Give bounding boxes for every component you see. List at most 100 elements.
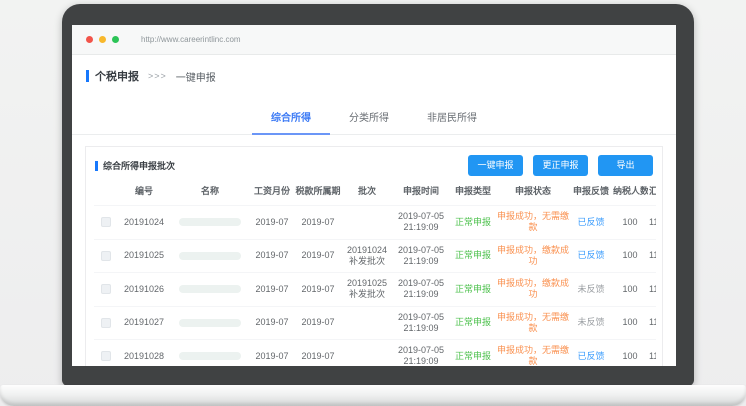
cell-taxpayer-count: 100 — [612, 273, 648, 307]
cell-declare-status: 申报成功，无需缴款 — [496, 206, 570, 240]
cell-declare-feedback: 未反馈 — [570, 306, 612, 340]
cell-batch-id: 20191026 — [118, 273, 170, 307]
cell-salary-month: 2019-07 — [250, 206, 294, 240]
tab-label: 综合所得 — [271, 113, 311, 124]
row-checkbox[interactable] — [101, 217, 111, 227]
cell-clipped-column: 11 — [648, 273, 656, 307]
cell-declare-time: 2019-07-05 21:19:09 — [392, 206, 450, 240]
column-header: 申报反馈 — [570, 177, 612, 206]
table-row[interactable]: 20191027 2019-07 2019-07 2019-07-05 21:1… — [94, 306, 656, 340]
tab[interactable]: 分类所得 — [330, 101, 408, 135]
cell-declare-feedback: 已反馈 — [570, 239, 612, 273]
button-label: 更正申报 — [542, 160, 578, 170]
cell-clipped-column: 11 — [648, 340, 656, 367]
row-checkbox[interactable] — [101, 251, 111, 261]
row-checkbox[interactable] — [101, 318, 111, 328]
action-button[interactable]: 一键申报 — [468, 155, 523, 176]
tab-label: 分类所得 — [349, 113, 389, 124]
cell-declare-status: 申报成功，无需缴款 — [496, 340, 570, 367]
cell-salary-month: 2019-07 — [250, 340, 294, 367]
table-row[interactable]: 20191025 2019-07 2019-07 20191024 补发批次 2… — [94, 239, 656, 273]
cell-batch — [342, 306, 392, 340]
breadcrumb: 个税申报 >>> 一键申报 — [72, 55, 676, 93]
cell-tax-period: 2019-07 — [294, 206, 342, 240]
column-header: 名称 — [170, 177, 250, 206]
cell-declare-feedback: 已反馈 — [570, 340, 612, 367]
cell-tax-period: 2019-07 — [294, 306, 342, 340]
table-row[interactable]: 20191026 2019-07 2019-07 20191025 补发批次 2… — [94, 273, 656, 307]
row-checkbox[interactable] — [101, 351, 111, 361]
batch-table: 编号名称工资月份税款所属期批次申报时间申报类型申报状态申报反馈纳税人数汇 201… — [94, 177, 656, 366]
cell-taxpayer-count: 100 — [612, 239, 648, 273]
panel-title: 综合所得申报批次 — [103, 159, 175, 172]
address-bar-url[interactable]: http://www.careerintlinc.com — [141, 35, 241, 44]
cell-tax-period: 2019-07 — [294, 340, 342, 367]
cell-batch-id: 20191024 — [118, 206, 170, 240]
action-button[interactable]: 更正申报 — [533, 155, 588, 176]
column-header: 税款所属期 — [294, 177, 342, 206]
column-header — [94, 177, 118, 206]
table-row[interactable]: 20191024 2019-07 2019-07 2019-07-05 21:1… — [94, 206, 656, 240]
cell-declare-type: 正常申报 — [450, 306, 496, 340]
cell-declare-type: 正常申报 — [450, 273, 496, 307]
breadcrumb-current: 一键申报 — [176, 69, 216, 84]
table-row[interactable]: 20191028 2019-07 2019-07 2019-07-05 21:1… — [94, 340, 656, 367]
batch-table-container: 编号名称工资月份税款所属期批次申报时间申报类型申报状态申报反馈纳税人数汇 201… — [86, 177, 662, 366]
column-header: 批次 — [342, 177, 392, 206]
laptop-screen-bezel: http://www.careerintlinc.com 个税申报 >>> 一键… — [62, 4, 694, 386]
cell-clipped-column: 11 — [648, 239, 656, 273]
cell-declare-type: 正常申报 — [450, 206, 496, 240]
cell-batch — [342, 340, 392, 367]
cell-declare-status: 申报成功，缴款成功 — [496, 239, 570, 273]
panel-accent-bar — [95, 161, 98, 171]
browser-window: http://www.careerintlinc.com 个税申报 >>> 一键… — [72, 25, 676, 366]
cell-clipped-column: 11 — [648, 206, 656, 240]
cell-batch-id: 20191028 — [118, 340, 170, 367]
name-placeholder — [179, 319, 241, 327]
cell-batch-id: 20191027 — [118, 306, 170, 340]
breadcrumb-separator: >>> — [148, 71, 167, 81]
cell-batch — [342, 206, 392, 240]
column-header: 申报类型 — [450, 177, 496, 206]
tab[interactable]: 综合所得 — [252, 101, 330, 135]
cell-taxpayer-count: 100 — [612, 340, 648, 367]
cell-declare-feedback: 未反馈 — [570, 273, 612, 307]
cell-taxpayer-count: 100 — [612, 206, 648, 240]
row-checkbox[interactable] — [101, 284, 111, 294]
browser-toolbar: http://www.careerintlinc.com — [72, 25, 676, 55]
cell-batch-id: 20191025 — [118, 239, 170, 273]
income-type-tabs: 综合所得 分类所得 非居民所得 — [72, 101, 676, 135]
column-header: 工资月份 — [250, 177, 294, 206]
column-header: 汇 — [648, 177, 656, 206]
name-placeholder — [179, 252, 241, 260]
window-close-icon[interactable] — [86, 36, 93, 43]
panel-action-buttons: 一键申报 更正申报 导出 — [468, 155, 653, 176]
action-button[interactable]: 导出 — [598, 155, 653, 176]
window-minimize-icon[interactable] — [99, 36, 106, 43]
column-header: 编号 — [118, 177, 170, 206]
cell-declare-type: 正常申报 — [450, 239, 496, 273]
cell-batch: 20191024 补发批次 — [342, 239, 392, 273]
cell-taxpayer-count: 100 — [612, 306, 648, 340]
button-label: 导出 — [616, 160, 634, 170]
table-header-row: 编号名称工资月份税款所属期批次申报时间申报类型申报状态申报反馈纳税人数汇 — [94, 177, 656, 206]
cell-salary-month: 2019-07 — [250, 306, 294, 340]
column-header: 纳税人数 — [612, 177, 648, 206]
button-label: 一键申报 — [477, 160, 513, 170]
cell-batch: 20191025 补发批次 — [342, 273, 392, 307]
cell-declare-status: 申报成功，无需缴款 — [496, 306, 570, 340]
cell-declare-type: 正常申报 — [450, 340, 496, 367]
cell-salary-month: 2019-07 — [250, 273, 294, 307]
laptop-base — [0, 385, 746, 406]
cell-declare-time: 2019-07-05 21:19:09 — [392, 239, 450, 273]
cell-declare-time: 2019-07-05 21:19:09 — [392, 306, 450, 340]
window-maximize-icon[interactable] — [112, 36, 119, 43]
page-title: 个税申报 — [95, 68, 139, 84]
tab-label: 非居民所得 — [427, 113, 477, 124]
batch-panel: 综合所得申报批次 一键申报 更正申报 导出 编号名称工资月份税款所属期批次申报时间申… — [85, 146, 663, 366]
cell-declare-time: 2019-07-05 21:19:09 — [392, 273, 450, 307]
tab[interactable]: 非居民所得 — [408, 101, 496, 135]
name-placeholder — [179, 285, 241, 293]
cell-declare-status: 申报成功，缴款成功 — [496, 273, 570, 307]
name-placeholder — [179, 218, 241, 226]
